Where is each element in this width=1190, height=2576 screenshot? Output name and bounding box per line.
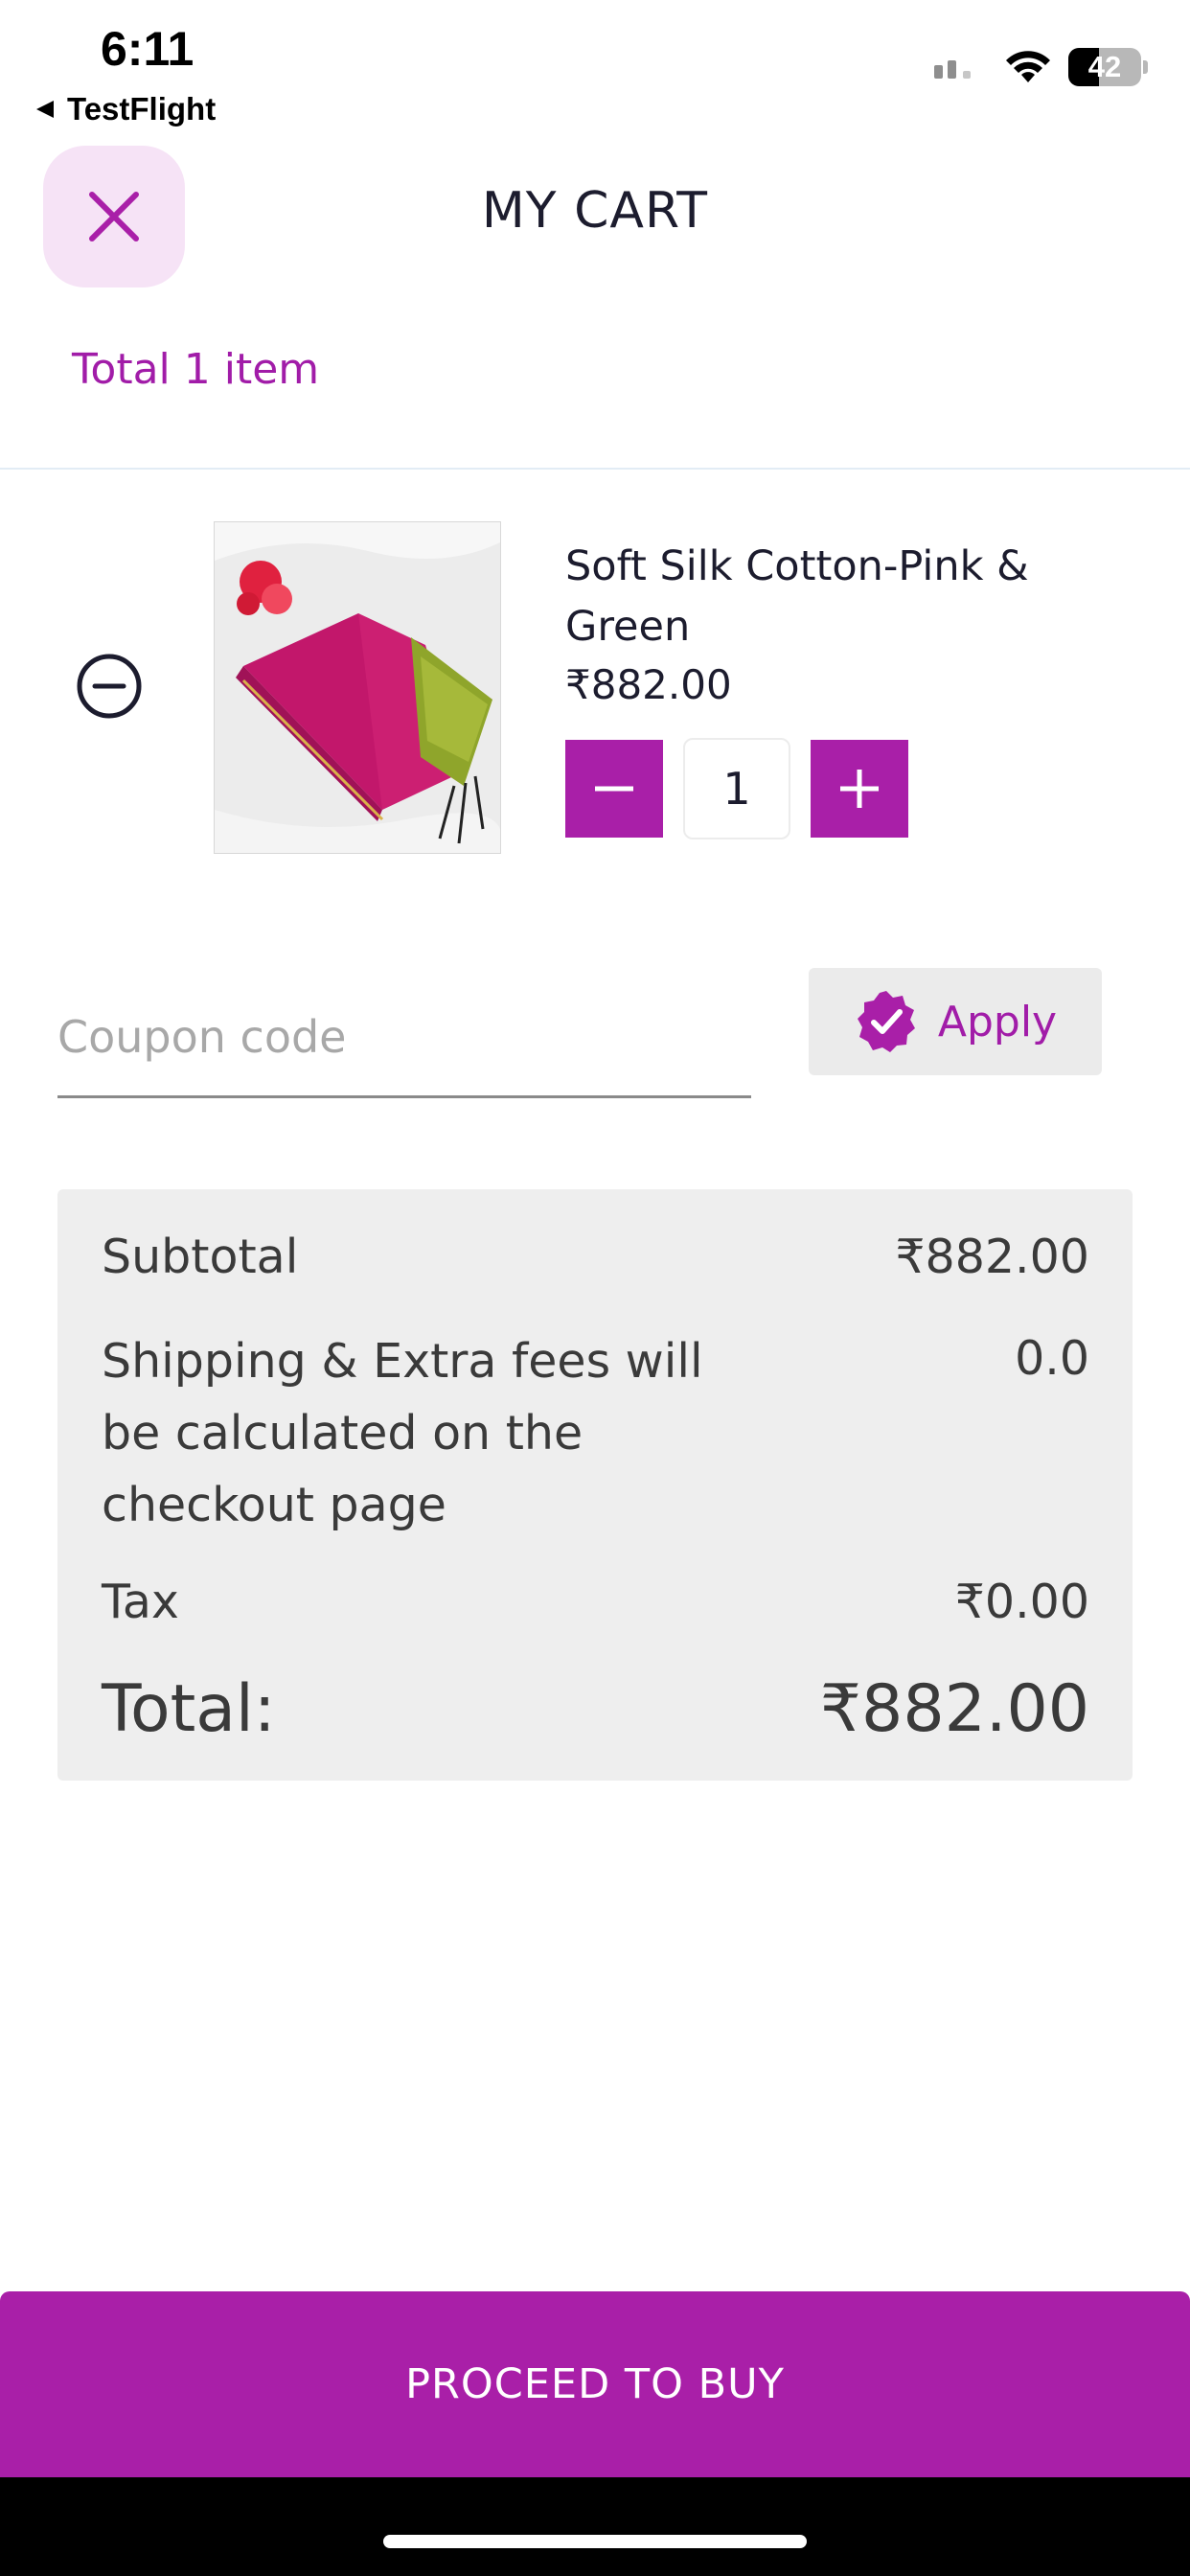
home-bar-area [0, 2477, 1190, 2576]
cart-item-count: Total 1 item [72, 345, 320, 394]
product-price: ₹882.00 [565, 661, 732, 708]
product-image[interactable] [214, 521, 501, 854]
back-app-label: TestFlight [67, 91, 217, 126]
back-to-testflight[interactable]: TestFlight [34, 91, 216, 127]
subtotal-label: Subtotal [102, 1230, 299, 1284]
status-icons: 42 [934, 48, 1148, 86]
remove-item-button[interactable] [75, 652, 144, 721]
cellular-signal-icon [934, 60, 971, 79]
wifi-icon [1006, 51, 1050, 82]
apply-coupon-button[interactable]: Apply [809, 968, 1102, 1075]
page-title: MY CART [481, 182, 709, 240]
order-summary: Subtotal ₹882.00 Shipping & Extra fees w… [57, 1189, 1133, 1781]
verified-badge-icon [857, 991, 915, 1052]
product-name: Soft Silk Cotton-Pink & Green [565, 542, 1029, 651]
minus-icon [595, 786, 633, 792]
header-divider [0, 468, 1190, 470]
battery-cap [1143, 60, 1148, 74]
apply-label: Apply [937, 997, 1058, 1046]
status-time: 6:11 [101, 22, 195, 76]
plus-icon [840, 770, 879, 808]
minus-circle-icon [77, 654, 142, 719]
coupon-code-input[interactable] [57, 978, 751, 1098]
total-label: Total: [102, 1671, 276, 1747]
quantity-value: 1 [683, 738, 790, 840]
decrease-quantity-button[interactable] [565, 740, 663, 838]
saree-product-photo [215, 522, 500, 853]
proceed-to-buy-button[interactable]: PROCEED TO BUY [0, 2291, 1190, 2477]
increase-quantity-button[interactable] [811, 740, 908, 838]
total-value: ₹882.00 [819, 1671, 1089, 1747]
subtotal-value: ₹882.00 [895, 1230, 1089, 1284]
battery-icon: 42 [1068, 48, 1141, 86]
home-indicator[interactable] [383, 2535, 807, 2548]
tax-label: Tax [102, 1575, 179, 1629]
shipping-label: Shipping & Extra fees will be calculated… [102, 1334, 703, 1532]
back-triangle-icon [36, 101, 54, 118]
tax-value: ₹0.00 [954, 1575, 1089, 1629]
shipping-value: 0.0 [1015, 1331, 1089, 1386]
battery-percent: 42 [1087, 50, 1122, 83]
